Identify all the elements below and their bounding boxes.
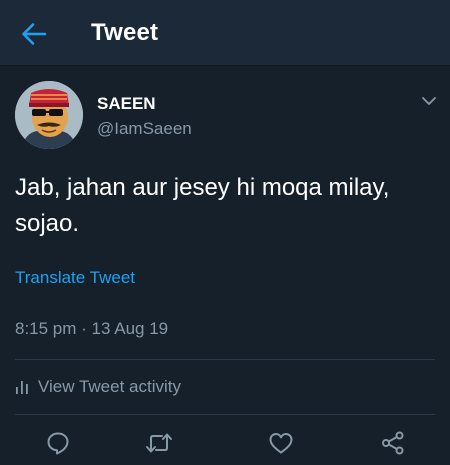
tweet-text: Jab, jahan aur jesey hi moqa milay, soja… (15, 174, 390, 237)
chevron-down-icon (422, 97, 436, 105)
avatar-image (15, 81, 83, 149)
tweet-timestamp[interactable]: 8:15 pm · 13 Aug 19 (15, 319, 168, 339)
reply-button[interactable] (43, 428, 73, 458)
like-icon (269, 433, 293, 454)
translate-tweet-link[interactable]: Translate Tweet (15, 268, 135, 288)
analytics-bars-icon (16, 381, 28, 394)
avatar[interactable] (15, 81, 83, 149)
back-button[interactable] (18, 18, 50, 50)
back-arrow-icon (22, 23, 47, 45)
retweet-icon (146, 433, 172, 453)
share-button[interactable] (378, 428, 408, 458)
retweet-button[interactable] (144, 428, 174, 458)
page-title: Tweet (91, 19, 159, 46)
user-handle[interactable]: @IamSaeen (97, 119, 192, 139)
reply-icon (47, 432, 69, 455)
divider (15, 359, 435, 360)
divider (15, 414, 435, 415)
tweet-options-button[interactable] (418, 90, 440, 112)
top-bar: Tweet (0, 0, 450, 66)
like-button[interactable] (266, 428, 296, 458)
view-tweet-activity-label: View Tweet activity (38, 377, 181, 396)
display-name[interactable]: SAEEN (97, 94, 156, 114)
view-tweet-activity-button[interactable]: View Tweet activity (15, 376, 181, 398)
share-icon (382, 431, 404, 455)
